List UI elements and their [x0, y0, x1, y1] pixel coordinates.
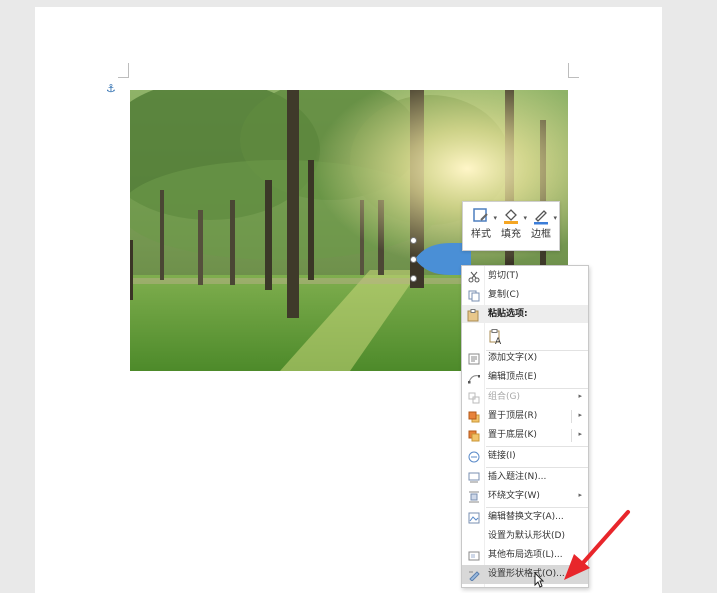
paste-text-icon: A	[488, 329, 504, 345]
menu-item-add-text[interactable]: 添加文字(X)	[462, 349, 588, 368]
clipboard-icon	[467, 307, 479, 326]
menu-item-label: 编辑替换文字(A)...	[488, 512, 564, 522]
menu-item-send-to-back[interactable]: 置于底层(K) ▸	[462, 426, 588, 445]
paste-keep-text-only-button[interactable]: A	[462, 326, 588, 348]
chevron-down-icon: ▾	[553, 214, 557, 222]
scissors-icon	[467, 270, 480, 283]
shape-style-icon	[466, 204, 496, 228]
paste-options-label: 粘贴选项:	[488, 309, 528, 319]
mini-toolbar: 样式 ▾ 填充 ▾ 边框 ▾	[462, 201, 560, 251]
border-button[interactable]: 边框 ▾	[526, 204, 557, 248]
chevron-right-icon[interactable]: ▸	[578, 411, 582, 419]
menu-item-bring-to-front[interactable]: 置于顶层(R) ▸	[462, 407, 588, 426]
format-shape-icon	[467, 568, 480, 581]
caption-icon	[467, 471, 480, 484]
style-button[interactable]: 样式 ▾	[466, 204, 497, 248]
send-to-back-icon	[467, 429, 480, 442]
resize-handle[interactable]	[410, 237, 417, 244]
menu-item-copy[interactable]: 复制(C)	[462, 286, 588, 305]
mouse-cursor-icon	[534, 572, 544, 588]
wrap-text-icon	[467, 490, 480, 503]
menu-item-label: 置于底层(K)	[488, 430, 537, 440]
menu-item-label: 置于顶层(R)	[488, 411, 538, 421]
margin-corner-mark	[118, 63, 129, 78]
resize-handle[interactable]	[410, 275, 417, 282]
menu-item-label: 链接(I)	[488, 451, 516, 461]
menu-item-cut[interactable]: 剪切(T)	[462, 267, 588, 286]
annotation-arrow	[564, 510, 630, 580]
menu-item-edit-points[interactable]: 编辑顶点(E)	[462, 368, 588, 387]
bring-to-front-icon	[467, 410, 480, 423]
link-icon	[467, 450, 480, 463]
menu-item-label: 组合(G)	[488, 392, 520, 402]
menu-item-label: 复制(C)	[488, 290, 520, 300]
group-icon	[467, 391, 480, 404]
copy-icon	[467, 289, 480, 302]
resize-handle[interactable]	[410, 256, 417, 263]
menu-item-link[interactable]: 链接(I)	[462, 447, 588, 466]
split-divider	[571, 410, 572, 423]
svg-text:A: A	[495, 337, 502, 345]
layout-options-icon	[467, 549, 480, 562]
menu-item-label: 其他布局选项(L)...	[488, 550, 563, 560]
pen-outline-icon	[526, 204, 556, 228]
chevron-right-icon: ▸	[578, 491, 582, 499]
menu-item-label: 插入题注(N)...	[488, 472, 547, 482]
alt-text-icon	[467, 511, 480, 524]
menu-item-insert-caption[interactable]: 插入题注(N)...	[462, 468, 588, 487]
margin-corner-mark	[568, 63, 579, 78]
style-label: 样式	[471, 229, 491, 240]
chevron-right-icon[interactable]: ▸	[578, 430, 582, 438]
menu-item-wrap-text[interactable]: 环绕文字(W) ▸	[462, 487, 588, 506]
chevron-right-icon: ▸	[578, 392, 582, 400]
menu-item-label: 添加文字(X)	[488, 353, 538, 363]
split-divider	[571, 429, 572, 442]
menu-item-group[interactable]: 组合(G) ▸	[462, 388, 588, 407]
edit-points-icon	[467, 371, 480, 384]
text-box-icon	[467, 352, 480, 365]
anchor-icon: ⚓	[106, 82, 116, 95]
menu-item-label: 剪切(T)	[488, 271, 519, 281]
fill-button[interactable]: 填充 ▾	[496, 204, 527, 248]
paste-options-header: 粘贴选项:	[462, 305, 588, 323]
menu-item-label: 设置形状格式(O)...	[488, 569, 565, 579]
fill-bucket-icon	[496, 204, 526, 228]
menu-item-label: 环绕文字(W)	[488, 491, 540, 501]
menu-item-label: 编辑顶点(E)	[488, 372, 537, 382]
fill-label: 填充	[501, 229, 521, 240]
border-label: 边框	[531, 229, 551, 240]
menu-item-label: 设置为默认形状(D)	[488, 531, 565, 541]
